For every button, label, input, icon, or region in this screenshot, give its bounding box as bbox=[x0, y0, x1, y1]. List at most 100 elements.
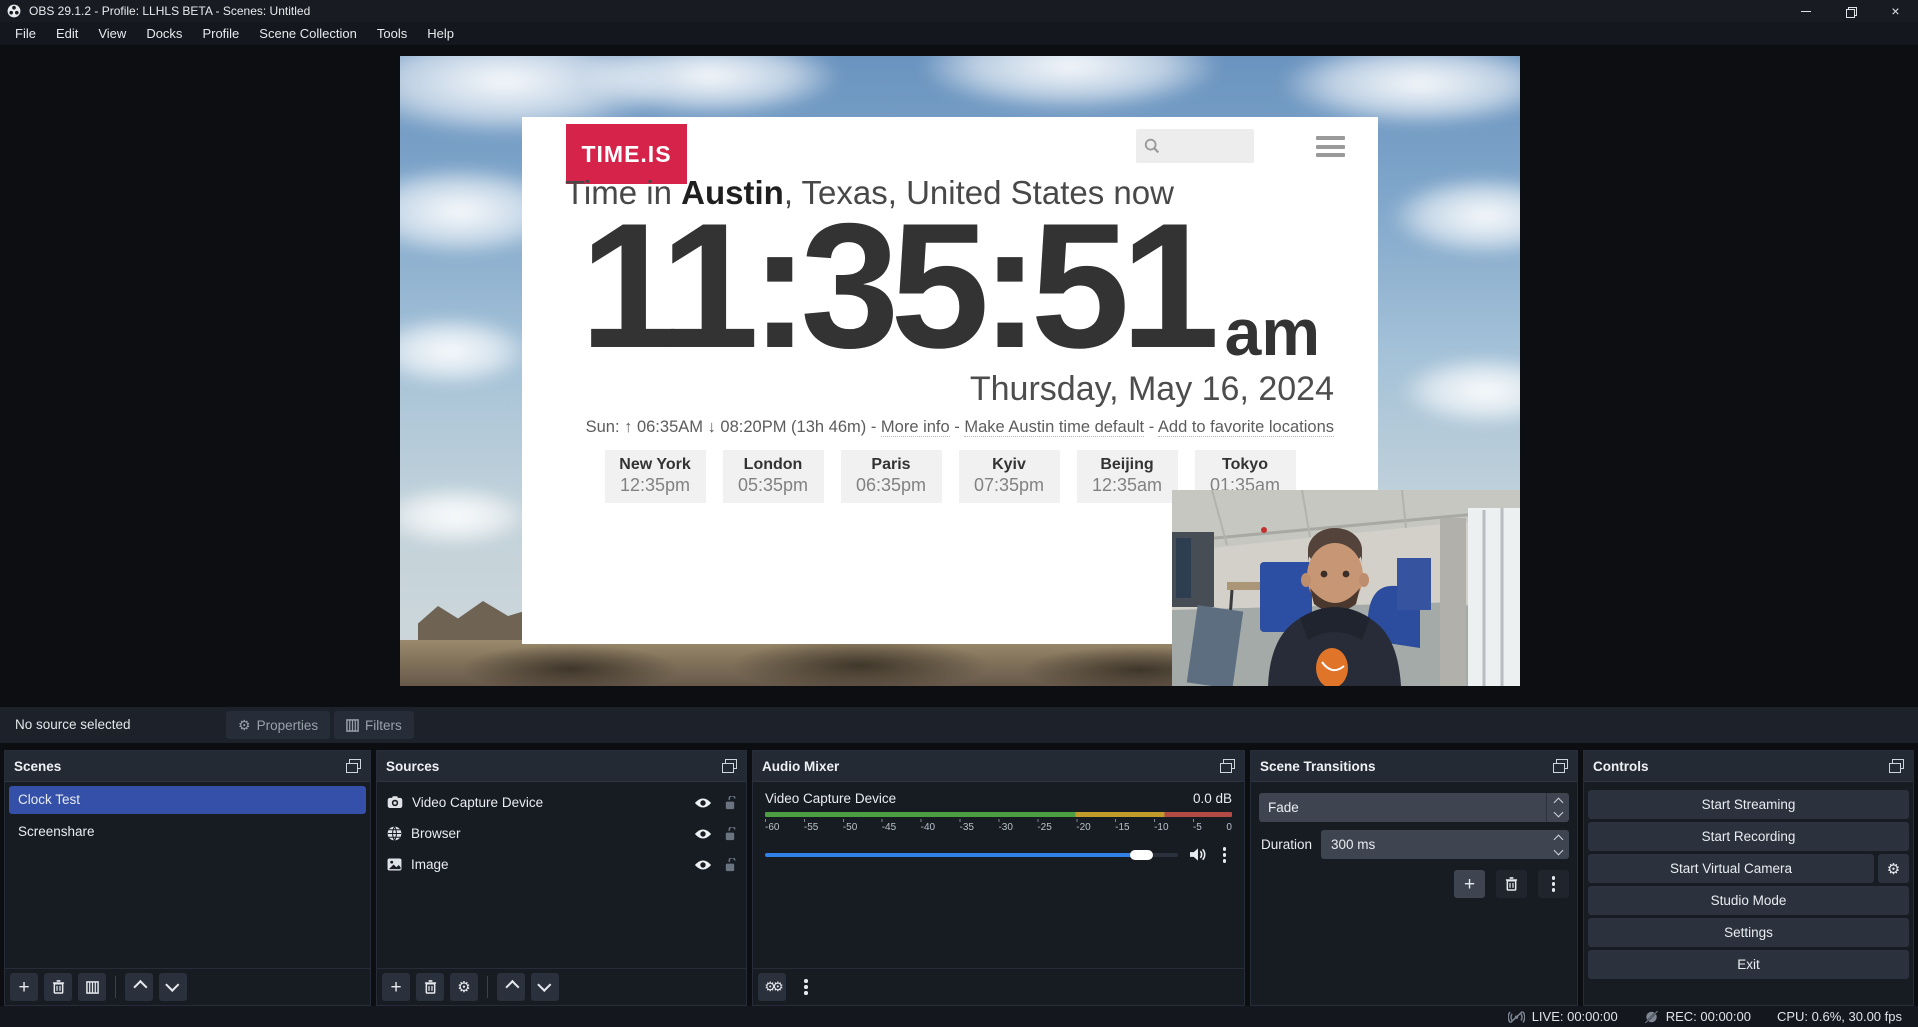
live-status: LIVE: 00:00:00 bbox=[1508, 1009, 1618, 1024]
mixer-channel-menu-button[interactable] bbox=[1217, 843, 1233, 867]
more-info-link[interactable]: More info bbox=[881, 418, 950, 437]
search-box[interactable] bbox=[1136, 129, 1254, 163]
menu-item[interactable]: Edit bbox=[46, 26, 88, 41]
exit-button[interactable]: Exit bbox=[1588, 950, 1909, 979]
hamburger-menu-icon[interactable] bbox=[1316, 136, 1345, 157]
move-scene-down-button[interactable] bbox=[159, 973, 187, 1001]
scene-transitions-header[interactable]: Scene Transitions bbox=[1251, 751, 1577, 782]
chevron-down-icon bbox=[537, 978, 551, 992]
sources-header[interactable]: Sources bbox=[377, 751, 746, 782]
stream-inactive-icon bbox=[1508, 1010, 1525, 1024]
menu-item[interactable]: Help bbox=[417, 26, 464, 41]
virtual-camera-settings-button[interactable]: ⚙ bbox=[1878, 854, 1909, 883]
add-transition-button[interactable]: + bbox=[1454, 870, 1485, 898]
properties-button[interactable]: ⚙ Properties bbox=[226, 711, 330, 739]
trash-icon bbox=[1505, 877, 1518, 891]
source-row-image[interactable]: Image bbox=[377, 850, 746, 879]
mixer-menu-button[interactable] bbox=[792, 973, 820, 1001]
kebab-menu-icon bbox=[1546, 872, 1562, 896]
transition-select[interactable]: Fade bbox=[1259, 793, 1569, 822]
eye-visible-icon[interactable] bbox=[694, 797, 712, 809]
menu-item[interactable]: View bbox=[88, 26, 136, 41]
window-title: OBS 29.1.2 - Profile: LLHLS BETA - Scene… bbox=[29, 4, 310, 18]
cpu-fps-text: CPU: 0.6%, 30.00 fps bbox=[1777, 1009, 1902, 1024]
unlock-icon[interactable] bbox=[724, 827, 736, 841]
studio-mode-button[interactable]: Studio Mode bbox=[1588, 886, 1909, 915]
unlock-icon[interactable] bbox=[724, 858, 736, 872]
record-inactive-icon bbox=[1644, 1010, 1659, 1024]
live-time: LIVE: 00:00:00 bbox=[1532, 1009, 1618, 1024]
move-source-up-button[interactable] bbox=[497, 973, 525, 1001]
speaker-icon[interactable] bbox=[1189, 847, 1206, 862]
spin-arrows[interactable] bbox=[1555, 830, 1562, 859]
start-recording-button[interactable]: Start Recording bbox=[1588, 822, 1909, 851]
start-virtual-camera-button[interactable]: Start Virtual Camera bbox=[1588, 854, 1874, 883]
city-time-card[interactable]: New York 12:35pm bbox=[605, 450, 706, 503]
popout-icon[interactable] bbox=[722, 759, 737, 773]
menu-item[interactable]: Profile bbox=[192, 26, 249, 41]
transition-selected-value: Fade bbox=[1259, 793, 1546, 822]
remove-transition-button[interactable] bbox=[1496, 870, 1527, 898]
minimize-button[interactable] bbox=[1783, 0, 1828, 22]
transition-properties-button[interactable] bbox=[1538, 870, 1569, 898]
city-time-card[interactable]: Kyiv 07:35pm bbox=[959, 450, 1060, 503]
mixer-channel: Video Capture Device 0.0 dB -60-55-50-45… bbox=[753, 782, 1244, 867]
add-scene-button[interactable]: + bbox=[10, 973, 38, 1001]
eye-visible-icon[interactable] bbox=[694, 859, 712, 871]
source-row-video-capture[interactable]: Video Capture Device bbox=[377, 788, 746, 817]
advanced-audio-button[interactable]: ⚙⚙ bbox=[758, 973, 786, 1001]
make-default-link[interactable]: Make Austin time default bbox=[964, 418, 1144, 437]
controls-panel: Controls Start Streaming Start Recording… bbox=[1583, 750, 1914, 1006]
cloud bbox=[1400, 356, 1520, 426]
city-time-card[interactable]: London 05:35pm bbox=[723, 450, 824, 503]
add-source-button[interactable]: + bbox=[382, 973, 410, 1001]
source-toolbar: No source selected ⚙ Properties Filters bbox=[0, 707, 1918, 743]
eye-visible-icon[interactable] bbox=[694, 828, 712, 840]
menu-item[interactable]: Scene Collection bbox=[249, 26, 367, 41]
move-source-down-button[interactable] bbox=[531, 973, 559, 1001]
audio-mixer-header[interactable]: Audio Mixer bbox=[753, 751, 1244, 782]
dock-area: Scenes Clock Test Screenshare + bbox=[0, 750, 1918, 1006]
scene-item-clock-test[interactable]: Clock Test bbox=[9, 786, 366, 814]
add-favorite-link[interactable]: Add to favorite locations bbox=[1158, 418, 1334, 437]
source-row-browser[interactable]: Browser bbox=[377, 819, 746, 848]
settings-button[interactable]: Settings bbox=[1588, 918, 1909, 947]
gear-icon: ⚙ bbox=[238, 717, 251, 734]
chevron-down-icon bbox=[1554, 845, 1564, 855]
scene-item-screenshare[interactable]: Screenshare bbox=[9, 818, 366, 846]
city-name: Beijing bbox=[1077, 456, 1178, 474]
volume-slider-handle[interactable] bbox=[1130, 850, 1153, 860]
remove-scene-button[interactable] bbox=[44, 973, 72, 1001]
city-time: 12:35am bbox=[1077, 475, 1178, 496]
duration-spinbox[interactable]: 300 ms bbox=[1321, 830, 1569, 859]
popout-icon[interactable] bbox=[1220, 759, 1235, 773]
clock-ampm: am bbox=[1225, 306, 1320, 359]
city-time-card[interactable]: Paris 06:35pm bbox=[841, 450, 942, 503]
menu-item[interactable]: Tools bbox=[367, 26, 417, 41]
unlock-icon[interactable] bbox=[724, 796, 736, 810]
webcam-overlay[interactable] bbox=[1172, 490, 1520, 686]
popout-icon[interactable] bbox=[1889, 759, 1904, 773]
program-preview[interactable]: TIME.IS Time in Austin, Texas, United St… bbox=[400, 56, 1520, 686]
plus-icon: + bbox=[390, 978, 401, 997]
scenes-header[interactable]: Scenes bbox=[5, 751, 370, 782]
filters-button[interactable]: Filters bbox=[334, 711, 414, 739]
volume-slider[interactable] bbox=[765, 853, 1178, 857]
scenes-panel: Scenes Clock Test Screenshare + bbox=[4, 750, 371, 1006]
menu-item[interactable]: Docks bbox=[136, 26, 192, 41]
menu-item[interactable]: File bbox=[5, 26, 46, 41]
globe-icon bbox=[387, 826, 402, 841]
scenes-toolbar: + bbox=[5, 968, 370, 1005]
restore-button[interactable] bbox=[1828, 0, 1873, 22]
remove-source-button[interactable] bbox=[416, 973, 444, 1001]
move-scene-up-button[interactable] bbox=[125, 973, 153, 1001]
popout-icon[interactable] bbox=[1553, 759, 1568, 773]
popout-icon[interactable] bbox=[346, 759, 361, 773]
scene-filters-button[interactable] bbox=[78, 973, 106, 1001]
search-input[interactable] bbox=[1161, 138, 1246, 154]
close-button[interactable]: × bbox=[1873, 0, 1918, 22]
controls-header[interactable]: Controls bbox=[1584, 751, 1913, 782]
start-streaming-button[interactable]: Start Streaming bbox=[1588, 790, 1909, 819]
city-time-card[interactable]: Beijing 12:35am bbox=[1077, 450, 1178, 503]
source-properties-button[interactable]: ⚙ bbox=[450, 973, 478, 1001]
